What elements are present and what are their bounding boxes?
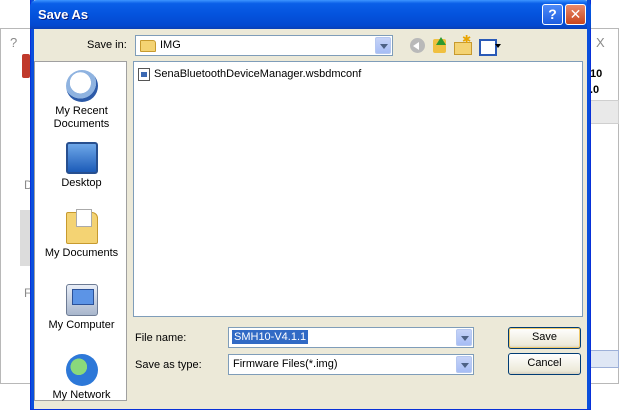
place-label: Desktop — [61, 177, 102, 189]
place-label: My Recent — [55, 105, 108, 117]
config-file-icon — [138, 68, 150, 81]
file-name-input[interactable]: SMH10-V4.1.1 — [228, 327, 474, 348]
cancel-button[interactable]: Cancel — [508, 353, 581, 375]
background-version-line2: .0 — [590, 84, 600, 96]
title-bar[interactable]: Save As ? ✕ — [30, 0, 591, 29]
close-button[interactable]: ✕ — [565, 4, 586, 25]
my-computer-icon — [65, 284, 98, 316]
place-label: My Computer — [48, 319, 115, 331]
place-my-recent-documents[interactable]: My Recent Documents — [35, 70, 128, 131]
my-documents-icon — [65, 209, 98, 244]
new-folder-icon[interactable] — [452, 33, 472, 56]
help-button[interactable]: ? — [542, 4, 563, 25]
back-icon[interactable] — [408, 36, 428, 56]
save-as-dialog: Save As ? ✕ Save in: IMG My Recent Docum… — [30, 0, 591, 410]
my-network-icon — [65, 354, 98, 386]
place-label: My Documents — [44, 247, 119, 259]
save-as-type-label: Save as type: — [135, 359, 202, 371]
file-name-label: File name: — [135, 332, 187, 344]
background-logo — [22, 54, 30, 78]
desktop-icon — [65, 142, 98, 174]
place-my-network[interactable]: My Network — [35, 354, 128, 402]
recent-documents-icon — [65, 70, 98, 102]
place-label: My Network — [52, 389, 111, 401]
save-as-type-value: Firmware Files(*.img) — [233, 358, 338, 370]
save-in-label: Save in: — [87, 39, 127, 51]
file-name-value: SMH10-V4.1.1 — [232, 330, 309, 344]
places-bar: My Recent Documents Desktop My Documents… — [34, 61, 127, 401]
chevron-down-icon[interactable] — [375, 37, 391, 54]
background-version-line1: 10 — [590, 68, 603, 80]
background-help-icon[interactable]: ? — [10, 35, 17, 50]
folder-icon — [140, 40, 156, 52]
place-desktop[interactable]: Desktop — [35, 142, 128, 190]
place-my-computer[interactable]: My Computer — [35, 284, 128, 332]
background-bottom-bar — [590, 350, 619, 368]
save-button[interactable]: Save — [508, 327, 581, 349]
chevron-down-icon[interactable] — [456, 329, 472, 346]
background-close-icon[interactable]: X — [596, 35, 605, 50]
save-in-value: IMG — [160, 39, 181, 51]
save-in-dropdown[interactable]: IMG — [135, 35, 393, 56]
up-folder-icon[interactable] — [430, 36, 450, 56]
file-name-text: SenaBluetoothDeviceManager.wsbdmconf — [154, 68, 362, 80]
background-divider — [0, 383, 34, 384]
file-list[interactable]: SenaBluetoothDeviceManager.wsbdmconf — [133, 61, 583, 317]
place-my-documents[interactable]: My Documents — [35, 209, 128, 260]
view-menu-icon[interactable] — [477, 36, 501, 56]
dialog-title: Save As — [38, 7, 89, 22]
background-bar — [590, 100, 619, 124]
chevron-down-icon[interactable] — [456, 356, 472, 373]
save-as-type-dropdown[interactable]: Firmware Files(*.img) — [228, 354, 474, 375]
place-label: Documents — [53, 118, 110, 130]
